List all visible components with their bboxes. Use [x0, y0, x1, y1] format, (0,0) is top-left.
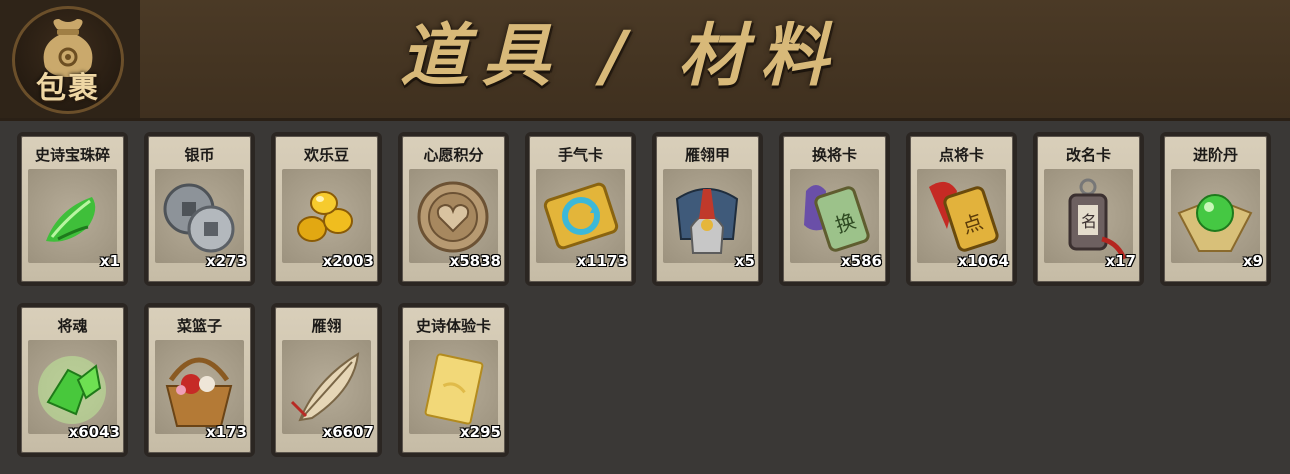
item-count: x5838: [449, 252, 501, 270]
item-slot: x6043: [28, 340, 120, 441]
item-name: 史诗体验卡: [415, 317, 491, 335]
item-count: x1: [99, 252, 120, 270]
item-name: 改名卡: [1065, 146, 1111, 164]
feather-icon: [290, 352, 360, 422]
rename-card-icon: 名: [1068, 178, 1127, 260]
silver-coin-icon: [163, 183, 235, 253]
green-pill-icon: [1177, 194, 1253, 252]
armor-helmet-icon: [675, 188, 739, 254]
item-slot: x173: [155, 340, 247, 441]
item-count: x586: [841, 252, 882, 270]
item-count: x1064: [957, 252, 1009, 270]
item-name: 银币: [184, 146, 215, 164]
item-card[interactable]: 点将卡点 x1064: [906, 132, 1017, 286]
item-card[interactable]: 银币 x273: [144, 132, 255, 286]
item-name: 雁翎甲: [684, 146, 730, 164]
item-card[interactable]: 雁翎 x6607: [271, 303, 382, 457]
item-count: x2003: [322, 252, 374, 270]
item-count: x6607: [322, 423, 374, 441]
logo-panel: 包裹: [0, 0, 140, 118]
bag-logo[interactable]: 包裹: [12, 6, 124, 114]
item-count: x295: [460, 423, 501, 441]
green-jade-shard-icon: [46, 197, 96, 242]
item-slot: x5: [663, 169, 755, 270]
gold-card-icon: [424, 353, 484, 425]
page-title: 道具 / 材料: [400, 17, 843, 96]
item-slot: x9: [1171, 169, 1263, 270]
swap-general-card-icon: 换: [804, 185, 870, 252]
item-slot: 换 x586: [790, 169, 882, 270]
item-slot: x6607: [282, 340, 374, 441]
item-card[interactable]: 史诗宝珠碎 x1: [17, 132, 128, 286]
item-name: 进阶丹: [1192, 146, 1238, 164]
item-name: 换将卡: [811, 146, 857, 164]
heart-coin-icon: [417, 181, 489, 253]
item-slot: x1: [28, 169, 120, 270]
golden-bean-icon: [297, 191, 353, 242]
logo-text: 包裹: [36, 71, 100, 106]
item-name: 菜篮子: [176, 317, 222, 335]
item-name: 将魂: [57, 317, 88, 335]
item-slot: 名 x17: [1044, 169, 1136, 270]
item-name: 手气卡: [557, 146, 603, 164]
item-count: x5: [734, 252, 755, 270]
item-count: x17: [1105, 252, 1136, 270]
item-count: x6043: [68, 423, 120, 441]
item-slot: 点 x1064: [917, 169, 1009, 270]
item-card[interactable]: 欢乐豆 x2003: [271, 132, 382, 286]
item-card[interactable]: 心愿积分 x5838: [398, 132, 509, 286]
item-card[interactable]: 史诗体验卡 x295: [398, 303, 509, 457]
item-count: x1173: [576, 252, 628, 270]
item-slot: x1173: [536, 169, 628, 270]
item-slot: x5838: [409, 169, 501, 270]
item-slot: x273: [155, 169, 247, 270]
item-card[interactable]: 雁翎甲 x5: [652, 132, 763, 286]
item-name: 点将卡: [938, 146, 984, 164]
item-card[interactable]: 换将卡换 x586: [779, 132, 890, 286]
luck-card-icon: [543, 182, 619, 250]
item-count: x173: [206, 423, 247, 441]
item-name: 心愿积分: [423, 146, 484, 164]
item-slot: x2003: [282, 169, 374, 270]
item-name: 史诗宝珠碎: [34, 146, 110, 164]
svg-text:名: 名: [1081, 212, 1097, 231]
select-general-card-icon: 点: [929, 181, 999, 252]
header-bar: 包裹 道具 / 材料: [0, 0, 1290, 121]
item-card[interactable]: 手气卡 x1173: [525, 132, 636, 286]
item-count: x9: [1242, 252, 1263, 270]
green-crystal-icon: [38, 356, 106, 424]
item-name: 欢乐豆: [303, 146, 349, 164]
item-card[interactable]: 改名卡名 x17: [1033, 132, 1144, 286]
item-card[interactable]: 菜篮子 x173: [144, 303, 255, 457]
item-count: x273: [206, 252, 247, 270]
item-slot: x295: [409, 340, 501, 441]
item-card[interactable]: 将魂 x6043: [17, 303, 128, 457]
item-card[interactable]: 进阶丹 x9: [1160, 132, 1271, 286]
basket-icon: [165, 357, 233, 427]
item-name: 雁翎: [311, 317, 342, 335]
